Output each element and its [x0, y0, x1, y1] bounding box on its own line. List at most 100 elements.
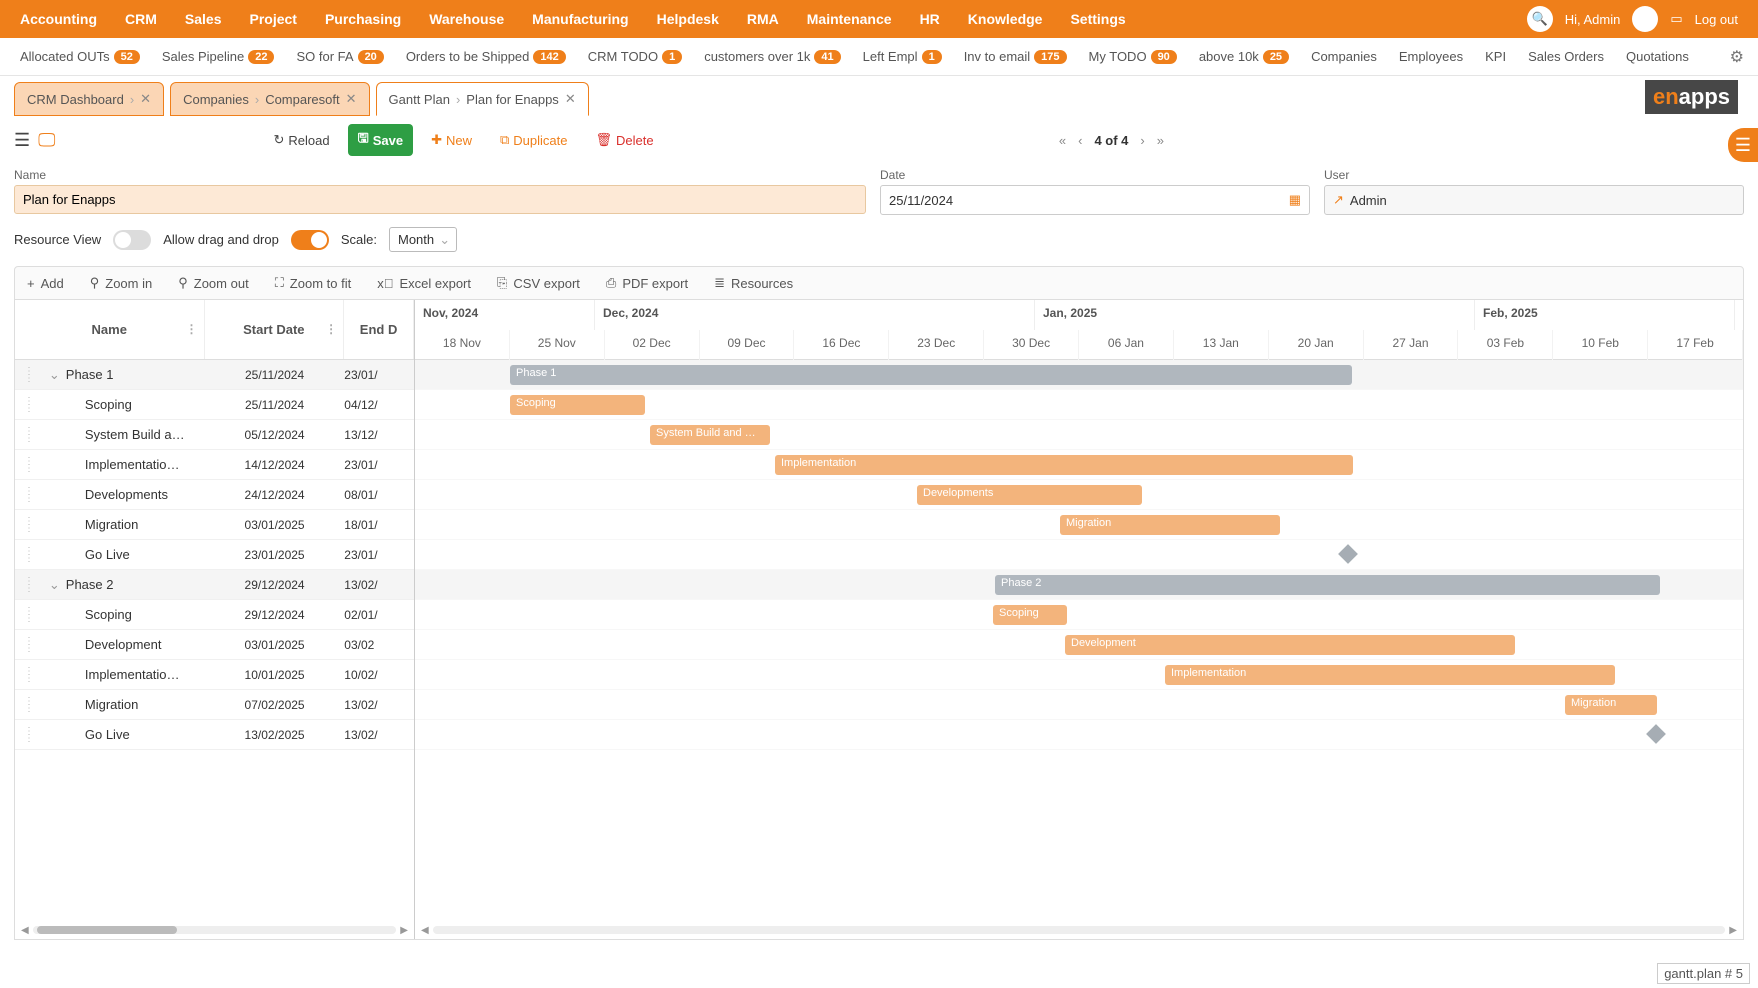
- task-row[interactable]: ⋮⋮System Build a…05/12/202413/12/: [15, 420, 414, 450]
- task-row[interactable]: ⋮⋮Go Live23/01/202523/01/: [15, 540, 414, 570]
- shortcut-left-empl[interactable]: Left Empl1: [863, 49, 942, 64]
- drag-handle-icon[interactable]: ⋮⋮: [15, 428, 43, 442]
- drag-handle-icon[interactable]: ⋮⋮: [15, 488, 43, 502]
- menu-hr[interactable]: HR: [920, 11, 940, 27]
- task-row[interactable]: ⋮⋮Scoping29/12/202402/01/: [15, 600, 414, 630]
- menu-settings[interactable]: Settings: [1070, 11, 1125, 27]
- close-icon[interactable]: ✕: [346, 91, 357, 107]
- menu-warehouse[interactable]: Warehouse: [429, 11, 504, 27]
- shortcut-companies[interactable]: Companies: [1311, 49, 1377, 64]
- shortcut-inv-to-email[interactable]: Inv to email175: [964, 49, 1067, 64]
- drag-handle-icon[interactable]: ⋮⋮: [15, 518, 43, 532]
- drag-handle-icon[interactable]: ⋮⋮: [15, 548, 43, 562]
- shortcut-kpi[interactable]: KPI: [1485, 49, 1506, 64]
- tool-excel-export[interactable]: x⃞Excel export: [377, 275, 471, 291]
- menu-sales[interactable]: Sales: [185, 11, 222, 27]
- wallet-icon[interactable]: ▭: [1670, 11, 1682, 27]
- menu-helpdesk[interactable]: Helpdesk: [657, 11, 719, 27]
- gantt-bar[interactable]: Phase 1: [510, 365, 1352, 385]
- pager-next-icon[interactable]: ›: [1140, 133, 1144, 148]
- task-row[interactable]: ⋮⋮Implementatio…10/01/202510/02/: [15, 660, 414, 690]
- logout-link[interactable]: Log out: [1695, 12, 1738, 27]
- delete-button[interactable]: 🗑 Delete: [585, 127, 663, 153]
- menu-crm[interactable]: CRM: [125, 11, 157, 27]
- duplicate-button[interactable]: ⧉ Duplicate: [490, 127, 578, 153]
- task-row[interactable]: ⋮⋮⌄Phase 229/12/202413/02/: [15, 570, 414, 600]
- chevron-down-icon[interactable]: ⌄: [49, 577, 60, 592]
- save-button[interactable]: 🖫 Save: [348, 124, 413, 156]
- drag-handle-icon[interactable]: ⋮⋮: [15, 638, 43, 652]
- shortcut-sales-pipeline[interactable]: Sales Pipeline22: [162, 49, 275, 64]
- shortcut-customers-over-1k[interactable]: customers over 1k41: [704, 49, 840, 64]
- chevron-down-icon[interactable]: ⌄: [49, 367, 60, 382]
- pager-last-icon[interactable]: »: [1157, 133, 1164, 148]
- drag-handle-icon[interactable]: ⋮⋮: [15, 668, 43, 682]
- side-menu-toggle[interactable]: ☰: [1728, 128, 1758, 162]
- tool-zoom-in[interactable]: ⚲Zoom in: [90, 275, 153, 291]
- user-select[interactable]: ↗ Admin: [1324, 185, 1744, 215]
- task-row[interactable]: ⋮⋮Development03/01/202503/02: [15, 630, 414, 660]
- drag-handle-icon[interactable]: ⋮⋮: [15, 368, 43, 382]
- tab-companies[interactable]: Companies›Comparesoft ✕: [170, 82, 369, 116]
- tab-crm-dashboard[interactable]: CRM Dashboard› ✕: [14, 82, 164, 116]
- drag-handle-icon[interactable]: ⋮⋮: [15, 728, 43, 742]
- gear-icon[interactable]: ⚙: [1730, 47, 1744, 67]
- tool-zoom-out[interactable]: ⚲Zoom out: [178, 275, 248, 291]
- reload-button[interactable]: ↻ Reload: [264, 127, 340, 153]
- shortcut-so-for-fa[interactable]: SO for FA20: [296, 49, 383, 64]
- col-start[interactable]: Start Date⋮: [205, 300, 345, 359]
- shortcut-my-todo[interactable]: My TODO90: [1089, 49, 1177, 64]
- name-input[interactable]: [14, 185, 866, 214]
- drag-handle-icon[interactable]: ⋮⋮: [15, 398, 43, 412]
- pager-prev-icon[interactable]: ‹: [1078, 133, 1082, 148]
- tool-pdf-export[interactable]: ⎙PDF export: [606, 275, 688, 291]
- milestone-diamond[interactable]: [1338, 544, 1358, 564]
- scale-select[interactable]: Month ⌄: [389, 227, 457, 252]
- gantt-bar[interactable]: Phase 2: [995, 575, 1660, 595]
- menu-purchasing[interactable]: Purchasing: [325, 11, 401, 27]
- gantt-bar[interactable]: System Build and …: [650, 425, 770, 445]
- gantt-bar[interactable]: Migration: [1565, 695, 1657, 715]
- menu-maintenance[interactable]: Maintenance: [807, 11, 892, 27]
- drag-handle-icon[interactable]: ⋮⋮: [15, 578, 43, 592]
- resource-view-toggle[interactable]: [113, 230, 151, 250]
- form-view-icon[interactable]: 🖵: [38, 130, 55, 151]
- task-row[interactable]: ⋮⋮Migration03/01/202518/01/: [15, 510, 414, 540]
- search-icon[interactable]: 🔍: [1527, 6, 1553, 32]
- shortcut-employees[interactable]: Employees: [1399, 49, 1463, 64]
- task-row[interactable]: ⋮⋮Developments24/12/202408/01/: [15, 480, 414, 510]
- calendar-icon[interactable]: ▦: [1289, 192, 1301, 208]
- new-button[interactable]: ✚ New: [421, 127, 482, 153]
- gantt-bar[interactable]: Implementation: [1165, 665, 1615, 685]
- gantt-bar[interactable]: Implementation: [775, 455, 1353, 475]
- tab-gantt-plan[interactable]: Gantt Plan›Plan for Enapps ✕: [376, 82, 589, 116]
- tool-csv-export[interactable]: ⎘CSV export: [497, 275, 580, 291]
- grid-scrollbar[interactable]: ◀▶: [21, 925, 408, 935]
- milestone-diamond[interactable]: [1646, 724, 1666, 744]
- gantt-bar[interactable]: Scoping: [993, 605, 1067, 625]
- col-name[interactable]: Name⋮: [15, 300, 205, 359]
- shortcut-allocated-outs[interactable]: Allocated OUTs52: [20, 49, 140, 64]
- chart-scrollbar[interactable]: ◀▶: [421, 925, 1737, 935]
- task-row[interactable]: ⋮⋮⌄Phase 125/11/202423/01/: [15, 360, 414, 390]
- menu-accounting[interactable]: Accounting: [20, 11, 97, 27]
- shortcut-crm-todo[interactable]: CRM TODO1: [588, 49, 682, 64]
- shortcut-quotations[interactable]: Quotations: [1626, 49, 1689, 64]
- menu-knowledge[interactable]: Knowledge: [968, 11, 1043, 27]
- avatar[interactable]: [1632, 6, 1658, 32]
- tool-add[interactable]: +Add: [27, 275, 64, 291]
- tool-resources[interactable]: ≣Resources: [714, 275, 793, 291]
- task-row[interactable]: ⋮⋮Scoping25/11/202404/12/: [15, 390, 414, 420]
- shortcut-above-10k[interactable]: above 10k25: [1199, 49, 1289, 64]
- drag-drop-toggle[interactable]: [291, 230, 329, 250]
- shortcut-sales-orders[interactable]: Sales Orders: [1528, 49, 1604, 64]
- gantt-bar[interactable]: Developments: [917, 485, 1142, 505]
- gantt-bar[interactable]: Scoping: [510, 395, 645, 415]
- task-row[interactable]: ⋮⋮Go Live13/02/202513/02/: [15, 720, 414, 750]
- drag-handle-icon[interactable]: ⋮⋮: [15, 698, 43, 712]
- tool-zoom-to-fit[interactable]: ⛶Zoom to fit: [275, 275, 352, 291]
- task-row[interactable]: ⋮⋮Migration07/02/202513/02/: [15, 690, 414, 720]
- close-icon[interactable]: ✕: [140, 91, 151, 107]
- col-end[interactable]: End D: [344, 300, 414, 359]
- close-icon[interactable]: ✕: [565, 91, 576, 107]
